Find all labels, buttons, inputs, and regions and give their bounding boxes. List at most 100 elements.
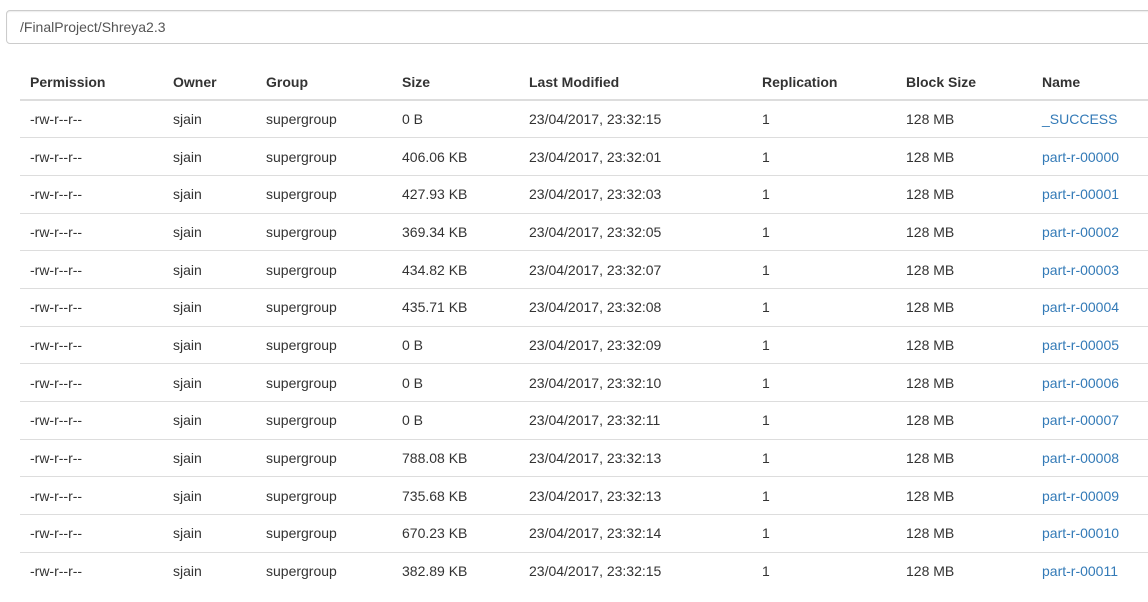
cell-group: supergroup — [266, 111, 337, 128]
cell-replication: 1 — [752, 212, 896, 251]
column-header-size[interactable]: Size — [392, 64, 519, 101]
file-name-link[interactable]: part-r-00008 — [1042, 450, 1119, 466]
cell-group: supergroup — [256, 476, 392, 515]
cell-last-modified: 23/04/2017, 23:32:15 — [529, 111, 662, 128]
file-name-link[interactable]: part-r-00007 — [1042, 412, 1119, 428]
cell-permission: -rw-r--r-- — [20, 325, 163, 364]
column-header-last-modified[interactable]: Last Modified — [519, 64, 752, 101]
cell-replication: 1 — [762, 111, 770, 128]
cell-group: supergroup — [256, 287, 392, 327]
cell-permission: -rw-r--r-- — [20, 476, 163, 515]
file-name-link[interactable]: part-r-00006 — [1042, 375, 1119, 391]
cell-last-modified: 23/04/2017, 23:32:03 — [519, 174, 752, 214]
cell-block-size: 128 MB — [896, 363, 1032, 402]
cell-block-size: 128 MB — [896, 401, 1032, 440]
file-name-link[interactable]: part-r-00010 — [1042, 525, 1119, 541]
table-row: -rw-r--r-- sjain supergroup 406.06 KB 23/04/… — [20, 137, 1148, 176]
cell-owner: sjain — [163, 287, 256, 327]
table-row: -rw-r--r-- sjain supergroup 434.82 KB 23/04/… — [20, 250, 1148, 289]
cell-owner: sjain — [163, 325, 256, 364]
file-name-link[interactable]: part-r-00009 — [1042, 488, 1119, 504]
cell-block-size: 128 MB — [896, 250, 1032, 289]
cell-group: supergroup — [256, 363, 392, 402]
file-name-link[interactable]: part-r-00005 — [1042, 337, 1119, 353]
cell-group: supergroup — [256, 438, 392, 477]
cell-name: part-r-00006 — [1032, 363, 1148, 402]
table-row: -rw-r--r-- sjain supergroup 0 B 23/04/2017, … — [20, 363, 1148, 402]
cell-size: 369.34 KB — [392, 212, 519, 251]
cell-replication: 1 — [752, 250, 896, 289]
table-row: -rw-r--r-- sjain supergroup 369.34 KB 23/04/… — [20, 212, 1148, 251]
cell-permission: -rw-r--r-- — [20, 174, 163, 214]
cell-last-modified: 23/04/2017, 23:32:01 — [519, 137, 752, 176]
file-listing-table: Permission Owner Group Size Last Modifie… — [20, 64, 1148, 590]
table-row: -rw-r--r-- sjain supergroup 670.23 KB 23/04/… — [20, 514, 1148, 553]
column-header-block-size[interactable]: Block Size — [896, 64, 1032, 101]
cell-block-size: 128 MB — [896, 174, 1032, 214]
cell-size: 735.68 KB — [392, 476, 519, 515]
table-row: -rw-r--r-- sjain supergroup 0 B 23/04/2017, … — [20, 401, 1148, 440]
file-name-link[interactable]: part-r-00002 — [1042, 224, 1119, 240]
cell-group: supergroup — [256, 401, 392, 440]
cell-last-modified: 23/04/2017, 23:32:13 — [519, 476, 752, 515]
cell-replication: 1 — [752, 287, 896, 327]
table-row: -rw-r--r-- sjain supergroup 735.68 KB 23/04/… — [20, 476, 1148, 515]
cell-owner: sjain — [163, 212, 256, 251]
file-name-link[interactable]: part-r-00003 — [1042, 262, 1119, 278]
table-row: -rw-r--r-- sjain supergroup 0 B 23/04/2017, … — [20, 325, 1148, 364]
cell-replication: 1 — [752, 551, 896, 590]
cell-size: 427.93 KB — [392, 174, 519, 214]
directory-path-input[interactable] — [6, 10, 1148, 44]
table-header: Permission Owner Group Size Last Modifie… — [20, 64, 1148, 101]
file-name-link[interactable]: _SUCCESS — [1042, 111, 1117, 127]
cell-block-size: 128 MB — [896, 438, 1032, 477]
cell-owner: sjain — [163, 551, 256, 590]
cell-replication: 1 — [752, 137, 896, 176]
cell-replication: 1 — [752, 476, 896, 515]
table-row: -rw-r--r-- sjain supergroup 382.89 KB 23/04/… — [20, 551, 1148, 590]
cell-size: 435.71 KB — [392, 287, 519, 327]
cell-name: part-r-00011 — [1032, 551, 1148, 590]
file-name-link[interactable]: part-r-00004 — [1042, 299, 1119, 315]
cell-name: part-r-00000 — [1032, 137, 1148, 176]
cell-size: 670.23 KB — [392, 514, 519, 553]
cell-size: 382.89 KB — [392, 551, 519, 590]
cell-permission: -rw-r--r-- — [20, 250, 163, 289]
cell-last-modified: 23/04/2017, 23:32:10 — [519, 363, 752, 402]
cell-name: part-r-00009 — [1032, 476, 1148, 515]
cell-group: supergroup — [256, 551, 392, 590]
column-header-name[interactable]: Name — [1032, 64, 1148, 101]
cell-group: supergroup — [256, 514, 392, 553]
cell-last-modified: 23/04/2017, 23:32:11 — [519, 401, 752, 440]
cell-size: 406.06 KB — [392, 137, 519, 176]
cell-last-modified: 23/04/2017, 23:32:09 — [519, 325, 752, 364]
cell-block-size: 128 MB — [896, 137, 1032, 176]
cell-permission: -rw-r--r-- — [20, 212, 163, 251]
cell-block-size: 128 MB — [896, 476, 1032, 515]
cell-name: part-r-00003 — [1032, 250, 1148, 289]
cell-size: 434.82 KB — [392, 250, 519, 289]
cell-name: part-r-00004 — [1032, 287, 1148, 327]
cell-owner: sjain — [173, 111, 202, 128]
cell-replication: 1 — [752, 401, 896, 440]
column-header-permission[interactable]: Permission — [20, 64, 163, 101]
cell-permission: -rw-r--r-- — [20, 363, 163, 402]
column-header-owner[interactable]: Owner — [163, 64, 256, 101]
file-name-link[interactable]: part-r-00011 — [1042, 563, 1118, 579]
cell-last-modified: 23/04/2017, 23:32:14 — [519, 514, 752, 553]
cell-group: supergroup — [256, 212, 392, 251]
cell-owner: sjain — [163, 514, 256, 553]
file-name-link[interactable]: part-r-00001 — [1042, 186, 1119, 202]
file-name-link[interactable]: part-r-00000 — [1042, 149, 1119, 165]
cell-permission: -rw-r--r-- — [20, 401, 163, 440]
column-header-replication[interactable]: Replication — [752, 64, 896, 101]
table-row: -rw-r--r-- sjain supergroup 0 B 23/04/2017, … — [20, 100, 1148, 138]
cell-group: supergroup — [256, 325, 392, 364]
column-header-group[interactable]: Group — [256, 64, 392, 101]
cell-last-modified: 23/04/2017, 23:32:05 — [519, 212, 752, 251]
cell-permission: -rw-r--r-- — [20, 137, 163, 176]
cell-last-modified: 23/04/2017, 23:32:07 — [519, 250, 752, 289]
cell-permission: -rw-r--r-- — [20, 514, 163, 553]
cell-name: part-r-00005 — [1032, 325, 1148, 364]
cell-last-modified: 23/04/2017, 23:32:15 — [519, 551, 752, 590]
